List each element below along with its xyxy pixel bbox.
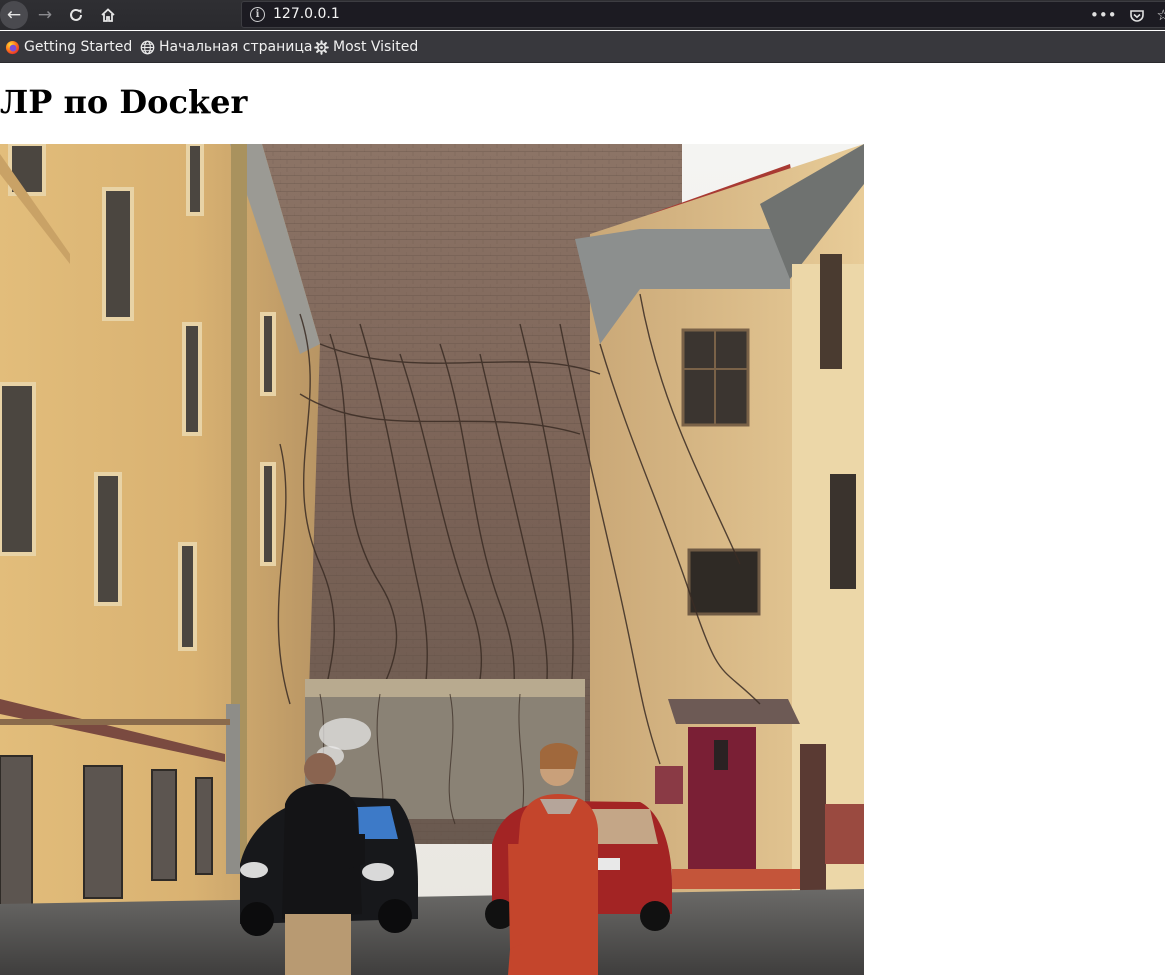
reload-icon: [70, 8, 82, 21]
pocket-icon[interactable]: [1129, 8, 1145, 24]
url-bar[interactable]: i 127.0.0.1 ••• ☆: [241, 1, 1165, 28]
arrow-right-icon: →: [37, 4, 53, 25]
back-button[interactable]: ←: [0, 1, 28, 29]
home-icon: [101, 8, 115, 22]
url-text[interactable]: 127.0.0.1: [273, 6, 340, 22]
bookmark-getting-started[interactable]: Getting Started: [4, 39, 132, 55]
arrow-left-icon: ←: [6, 4, 22, 25]
bookmarks-toolbar: Getting Started Начальная страница Most …: [0, 31, 1165, 63]
bookmark-star-icon[interactable]: ☆: [1157, 8, 1165, 23]
browser-toolbar: ← → i 127.0.0.1 ••• ☆: [0, 0, 1165, 30]
firefox-icon: [4, 39, 20, 55]
url-actions: ••• ☆: [1090, 2, 1165, 29]
bookmark-start-page[interactable]: Начальная страница: [139, 39, 312, 55]
bookmark-label: Most Visited: [333, 39, 419, 55]
page-title: ЛР по Docker: [0, 83, 248, 121]
more-actions-icon[interactable]: •••: [1090, 8, 1117, 23]
forward-button[interactable]: →: [31, 1, 59, 29]
reload-button[interactable]: [62, 1, 90, 29]
bookmark-label: Начальная страница: [159, 39, 313, 55]
globe-icon: [139, 39, 155, 55]
courtyard-photo: [0, 144, 864, 975]
info-icon[interactable]: i: [250, 7, 265, 22]
bookmark-label: Getting Started: [24, 39, 133, 55]
page-content: ЛР по Docker: [0, 63, 1165, 975]
bookmark-most-visited[interactable]: Most Visited: [313, 39, 418, 55]
gear-icon: [313, 39, 329, 55]
home-button[interactable]: [94, 1, 122, 29]
